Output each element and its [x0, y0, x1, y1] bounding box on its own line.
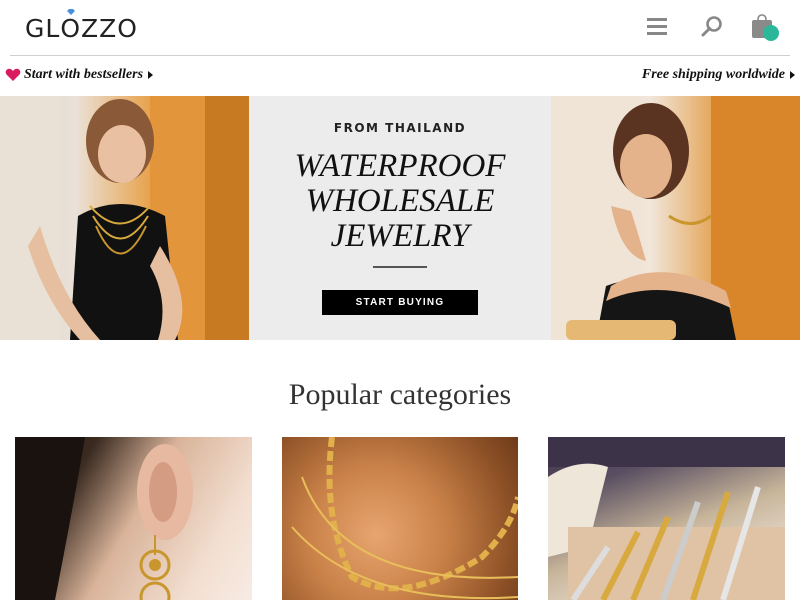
popular-categories-title: Popular categories — [288, 378, 512, 411]
hero-kicker: FROM THAILAND — [333, 121, 467, 135]
hero-title-line: WHOLESALE — [305, 183, 495, 219]
hero-model-photo-right — [551, 96, 800, 340]
bestsellers-link[interactable]: Start with bestsellers — [5, 64, 154, 86]
hero-divider — [373, 266, 427, 268]
free-shipping-link[interactable]: Free shipping worldwide — [642, 64, 795, 86]
chevron-right-icon — [790, 71, 795, 79]
category-card-necklaces[interactable] — [282, 437, 518, 600]
hero-text-panel: FROM THAILAND WATERPROOF WHOLESALE JEWEL… — [249, 96, 551, 340]
hero-title-line: WATERPROOF — [294, 148, 506, 184]
header-divider — [10, 55, 790, 56]
logo-text-o: O — [60, 14, 81, 43]
chevron-right-icon — [148, 71, 154, 79]
search-icon[interactable] — [700, 15, 724, 39]
hero-banner: FROM THAILAND WATERPROOF WHOLESALE JEWEL… — [0, 96, 800, 340]
logo[interactable]: GL OZZO — [25, 9, 138, 43]
category-card-earrings[interactable] — [15, 437, 252, 600]
logo-o: O — [60, 9, 81, 43]
free-shipping-label: Free shipping worldwide — [641, 67, 785, 82]
start-buying-button[interactable]: START BUYING — [322, 290, 478, 315]
diamond-icon — [66, 9, 75, 15]
logo-text-prefix: GL — [25, 14, 61, 43]
hero-title-line: JEWELRY — [330, 218, 470, 254]
category-card-bracelets[interactable] — [548, 437, 785, 600]
hero-model-photo-left — [0, 96, 249, 340]
bestsellers-label: Start with bestsellers — [24, 67, 144, 82]
heart-icon — [5, 68, 21, 81]
hero-title: WATERPROOF WHOLESALE JEWELRY — [249, 149, 551, 254]
menu-icon[interactable] — [647, 18, 667, 36]
cart-count-badge — [763, 25, 779, 41]
site-header: GL OZZO — [0, 0, 800, 56]
logo-text-suffix: ZZO — [81, 14, 138, 43]
cart-icon[interactable] — [750, 13, 780, 43]
